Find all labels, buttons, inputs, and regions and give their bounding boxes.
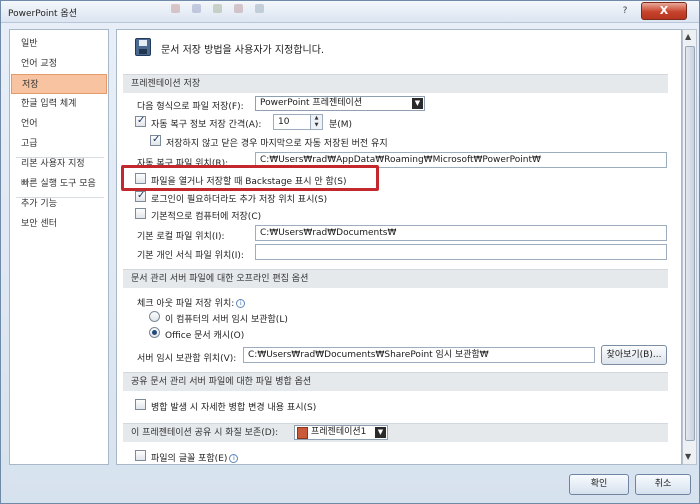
nav-item-advanced[interactable]: 고급 (11, 134, 107, 154)
chevron-down-icon: ▼ (412, 98, 423, 109)
vertical-scrollbar[interactable]: ▲ ▼ (682, 29, 697, 465)
ok-button[interactable]: 확인 (569, 474, 629, 495)
personal-templates-input[interactable] (255, 244, 667, 260)
nav-item-save[interactable]: 저장 (11, 74, 107, 94)
show-merge-detail-label: 병합 발생 시 자세한 병합 변경 내용 표시(S) (151, 403, 317, 413)
server-drafts-radio[interactable] (149, 311, 160, 322)
checked-out-location-text: 체크 아웃 파일 저장 위치: (137, 299, 235, 309)
office-cache-option-label: Office 문서 캐시(O) (165, 331, 245, 341)
cancel-button[interactable]: 취소 (635, 474, 691, 495)
browse-button[interactable]: 찾아보기(B)... (601, 345, 667, 365)
embed-fonts-text: 파일의 글꼴 포함(E) (151, 454, 228, 464)
scroll-thumb[interactable] (685, 46, 695, 441)
save-disk-icon (135, 38, 151, 56)
office-cache-radio[interactable] (149, 327, 160, 338)
section-header-fidelity: 이 프레젠테이션 공유 시 화질 보존(D): (123, 423, 668, 442)
title-bar: PowerPoint 옵션 ? X (1, 1, 699, 23)
autorecover-label: 자동 복구 정보 저장 간격(A): (151, 120, 262, 130)
save-to-computer-checkbox[interactable] (135, 208, 146, 219)
presentation-select-value: 프레젠테이션1 (311, 427, 367, 437)
powerpoint-file-icon (297, 427, 308, 439)
personal-templates-label: 기본 개인 서식 파일 위치(I): (137, 251, 244, 261)
help-button[interactable]: ? (616, 3, 634, 19)
window-title: PowerPoint 옵션 (8, 9, 77, 19)
nav-item-language[interactable]: 언어 (11, 114, 107, 134)
info-icon: i (236, 299, 246, 308)
autorecover-checkbox[interactable] (135, 115, 146, 127)
embed-fonts-label: 파일의 글꼴 포함(E) i (151, 451, 239, 464)
autorecover-spinner[interactable]: ▲ ▼ (310, 114, 323, 130)
nav-item-trust-center[interactable]: 보안 센터 (11, 214, 107, 234)
autorecover-minutes-input[interactable]: 10 (273, 114, 311, 130)
section-header-save-presentation: 프레젠테이션 저장 (123, 74, 668, 93)
scroll-up-icon[interactable]: ▲ (685, 32, 691, 41)
fidelity-title: 이 프레젠테이션 공유 시 화질 보존(D): (131, 428, 279, 438)
close-button[interactable]: X (641, 2, 687, 20)
minutes-label: 분(M) (329, 120, 353, 130)
checked-out-location-label: 체크 아웃 파일 저장 위치: i (137, 296, 246, 309)
default-local-location-input[interactable]: C:₩Users₩rad₩Documents₩ (255, 225, 667, 241)
embed-fonts-checkbox[interactable] (135, 450, 146, 461)
default-local-location-label: 기본 로컬 파일 위치(I): (137, 232, 225, 242)
chevron-down-icon: ▼ (375, 427, 386, 438)
info-icon: i (229, 454, 239, 463)
save-to-computer-label: 기본적으로 컴퓨터에 저장(C) (151, 212, 262, 222)
show-extra-locations-label: 로그인이 필요하더라도 추가 저장 위치 표시(S) (151, 195, 328, 205)
server-drafts-option-label: 이 컴퓨터의 서버 임시 보관함(L) (165, 315, 288, 325)
title-bar-ghost-icons (171, 4, 311, 18)
section-header-merge: 공유 문서 관리 서버 파일에 대한 파일 병합 옵션 (123, 372, 668, 391)
server-drafts-location-input[interactable]: C:₩Users₩rad₩Documents₩SharePoint 임시 보관함… (243, 347, 595, 363)
save-format-value: PowerPoint 프레젠테이션 (260, 98, 363, 108)
show-merge-detail-checkbox[interactable] (135, 399, 146, 410)
nav-item-general[interactable]: 일반 (11, 34, 107, 54)
nav-item-proofing[interactable]: 언어 교정 (11, 54, 107, 74)
highlight-annotation-box (121, 165, 379, 191)
scroll-down-icon[interactable]: ▼ (685, 452, 691, 461)
nav-item-quick-access[interactable]: 빠른 실행 도구 모음 (11, 174, 107, 194)
options-nav: 일반 언어 교정 저장 한글 입력 체계 언어 고급 리본 사용자 지정 빠른 … (9, 29, 109, 465)
nav-item-customize-ribbon[interactable]: 리본 사용자 지정 (11, 154, 107, 174)
show-extra-locations-checkbox[interactable] (135, 190, 146, 202)
page-title: 문서 저장 방법을 사용자가 지정합니다. (161, 45, 325, 56)
options-dialog: PowerPoint 옵션 ? X 일반 언어 교정 저장 한글 입력 체계 언… (0, 0, 700, 504)
server-drafts-location-label: 서버 임시 보관함 위치(V): (137, 354, 237, 364)
format-label: 다음 형식으로 파일 저장(F): (137, 102, 244, 112)
section-header-offline-editing: 문서 관리 서버 파일에 대한 오프라인 편집 옵션 (123, 269, 668, 288)
save-format-dropdown[interactable]: PowerPoint 프레젠테이션 ▼ (255, 96, 425, 111)
keep-last-version-label: 저장하지 않고 닫은 경우 마지막으로 자동 저장된 버전 유지 (166, 139, 388, 149)
presentation-select-dropdown[interactable]: 프레젠테이션1 ▼ (294, 425, 388, 440)
keep-last-version-checkbox[interactable] (150, 134, 161, 146)
nav-item-add-ins[interactable]: 추가 기능 (11, 194, 107, 214)
save-options-panel: 문서 저장 방법을 사용자가 지정합니다. 프레젠테이션 저장 다음 형식으로 … (116, 29, 682, 465)
nav-item-hangul-input[interactable]: 한글 입력 체계 (11, 94, 107, 114)
